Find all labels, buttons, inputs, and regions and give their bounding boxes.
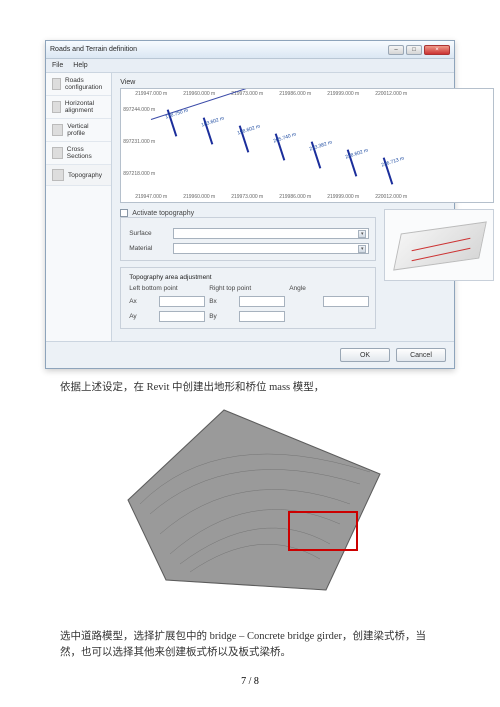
maximize-button[interactable]: □ [406,45,422,55]
lb-header: Left bottom point [129,285,205,292]
nav-vertical-profile[interactable]: Vertical profile [46,119,111,142]
axis-bottom-2: 219973.000 m [231,194,263,200]
activate-topography-check[interactable]: Activate topography [120,209,376,217]
left-nav: Roads configuration Horizontal alignment… [46,73,112,341]
caption-2: 选中道路模型，选择扩展包中的 bridge – Concrete bridge … [60,629,440,661]
window-title: Roads and Terrain definition [50,46,388,53]
terrain-render [110,404,390,609]
angle-input[interactable] [323,296,369,307]
caption-1: 依据上述设定，在 Revit 中创建出地形和桥位 mass 模型， [60,379,470,394]
chevron-down-icon: ▾ [358,245,366,253]
surface-group: Surface ▾ Material ▾ [120,217,376,261]
axis-bottom-3: 219986.000 m [279,194,311,200]
cancel-button[interactable]: Cancel [396,348,446,362]
axis-top-1: 219960.000 m [183,91,215,97]
titlebar: Roads and Terrain definition – □ × [46,41,454,59]
axis-bottom-5: 220012.000 m [375,194,407,200]
surface-combo[interactable]: ▾ [173,228,369,239]
axis-top-3: 219986.000 m [279,91,311,97]
nav-horizontal-alignment[interactable]: Horizontal alignment [46,96,111,119]
page-number: 7 / 8 [0,676,500,687]
axis-top-0: 219947.000 m [135,91,167,97]
minimize-button[interactable]: – [388,45,404,55]
nav-icon [52,78,61,90]
surface-label: Surface [129,230,167,237]
nav-icon [52,147,63,159]
rt-header: Right top point [209,285,285,292]
bx-input[interactable] [239,296,285,307]
preview-3d [384,209,494,281]
button-bar: OK Cancel [46,341,454,368]
chevron-down-icon: ▾ [358,230,366,238]
dialog-window: Roads and Terrain definition – □ × File … [45,40,455,369]
group-title: Topography area adjustment [129,274,369,281]
by-input[interactable] [239,311,285,322]
ok-button[interactable]: OK [340,348,390,362]
nav-topography[interactable]: Topography [46,165,111,186]
ay-input[interactable] [159,311,205,322]
axis-top-4: 219999.000 m [327,91,359,97]
ax-input[interactable] [159,296,205,307]
highlight-box [288,511,358,551]
axis-left-2: 897218.000 m [123,171,155,177]
checkbox-icon [120,209,128,217]
axis-bottom-4: 219999.000 m [327,194,359,200]
material-combo[interactable]: ▾ [173,243,369,254]
view-label: View [120,79,494,88]
close-button[interactable]: × [424,45,450,55]
menubar: File Help [46,59,454,73]
adjustment-group: Topography area adjustment Left bottom p… [120,267,376,329]
axis-left-0: 897244.000 m [123,107,155,113]
nav-roads-config[interactable]: Roads configuration [46,73,111,96]
nav-cross-sections[interactable]: Cross Sections [46,142,111,165]
plan-viewport[interactable]: 219947.000 m 219960.000 m 219973.000 m 2… [120,88,494,203]
angle-header: Angle [289,285,369,292]
slab-shape [393,221,487,270]
nav-icon [52,169,64,181]
nav-icon [52,101,61,113]
material-label: Material [129,245,167,252]
axis-top-5: 220012.000 m [375,91,407,97]
menu-help[interactable]: Help [73,62,87,69]
axis-left-1: 897231.000 m [123,139,155,145]
axis-bottom-1: 219960.000 m [183,194,215,200]
axis-bottom-0: 219947.000 m [135,194,167,200]
nav-icon [52,124,63,136]
menu-file[interactable]: File [52,62,63,69]
